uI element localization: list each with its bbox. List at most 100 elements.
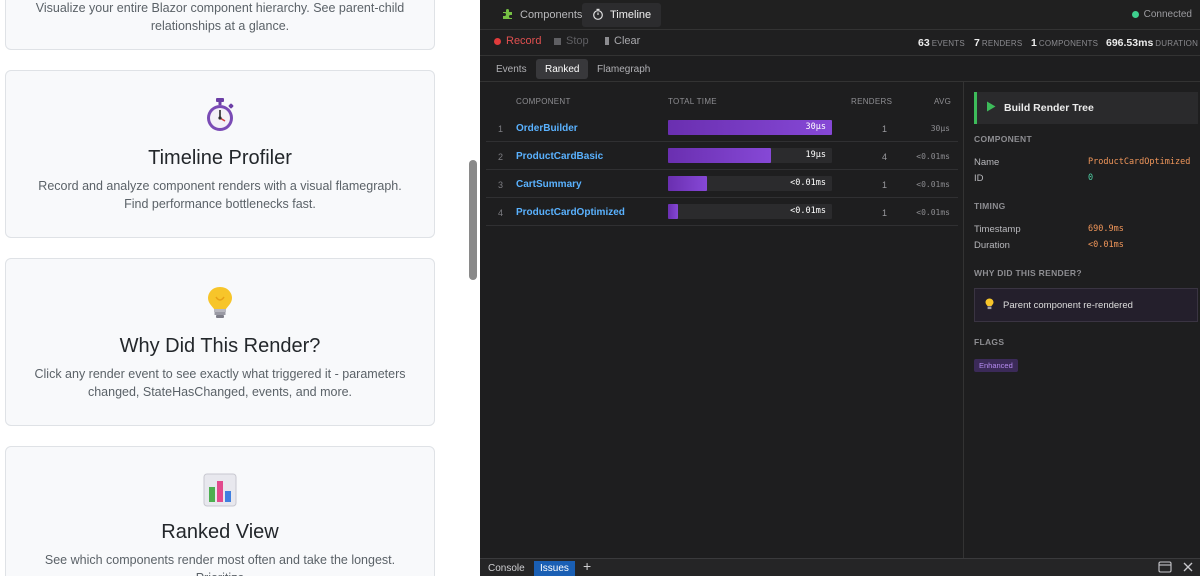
rank-number: 3 <box>498 180 504 190</box>
total-time-bar-track: 30μs <box>668 120 832 135</box>
page-scrollbar-track[interactable] <box>466 0 480 576</box>
total-time-bar-track: <0.01ms <box>668 176 832 191</box>
view-mode-tabs: Events Ranked Flamegraph <box>480 56 1200 82</box>
rank-number: 1 <box>498 124 504 134</box>
record-dot-icon <box>494 37 501 45</box>
total-time-value: 30μs <box>805 122 826 132</box>
total-time-bar-track: 19μs <box>668 148 832 163</box>
total-time-bar-track: <0.01ms <box>668 204 832 219</box>
total-time-value: <0.01ms <box>790 178 826 188</box>
id-value: 0 <box>1088 173 1094 183</box>
feature-card-title: Ranked View <box>161 521 279 543</box>
duration-value: <0.01ms <box>1088 240 1124 250</box>
devtools-top-bar: Components Timeline Connected <box>480 0 1200 30</box>
section-heading-component: COMPONENT <box>974 134 1032 144</box>
tab-console[interactable]: Console <box>488 563 525 574</box>
feature-card-description: Record and analyze component renders wit… <box>38 179 402 211</box>
table-row[interactable]: 2 ProductCardBasic 19μs 4 <0.01ms <box>486 142 958 170</box>
record-label: Record <box>506 35 542 47</box>
total-time-value: 19μs <box>805 150 826 160</box>
tab-ranked[interactable]: Ranked <box>536 59 589 79</box>
duration-stat: 696.53ms DURATION <box>1106 37 1198 49</box>
tab-label: Components <box>520 9 583 21</box>
connection-status: Connected <box>1131 9 1192 20</box>
events-stat: 63 EVENTS <box>918 37 965 49</box>
duration-label: DURATION <box>1155 39 1199 48</box>
feature-card-title: Why Did This Render? <box>119 335 321 357</box>
record-button[interactable]: Record <box>494 35 541 47</box>
connection-status-label: Connected <box>1143 9 1192 20</box>
feature-card-why-did-this-render: Why Did This Render? Click any render ev… <box>5 258 435 426</box>
feature-card-description: Visualize your entire Blazor component h… <box>35 1 405 33</box>
flag-badge: Enhanced <box>974 359 1018 372</box>
rank-number: 2 <box>498 152 504 162</box>
render-reason-text: Parent component re-rendered <box>1003 299 1133 311</box>
close-drawer-icon[interactable] <box>1182 561 1194 576</box>
clear-button[interactable]: Clear <box>605 35 640 47</box>
feature-card-title: Timeline Profiler <box>148 147 292 169</box>
total-time-bar <box>668 148 772 163</box>
table-row[interactable]: 1 OrderBuilder 30μs 1 30μs <box>486 114 958 142</box>
duration-value: 696.53ms <box>1106 37 1154 49</box>
stop-square-icon <box>554 37 561 45</box>
component-name[interactable]: ProductCardOptimized <box>516 207 625 218</box>
section-heading-why: WHY DID THIS RENDER? <box>974 268 1082 278</box>
renders-count: 7 <box>974 37 980 49</box>
timeline-toolbar: Record Stop Clear 63 EVENTS 7 RENDERS 1 COM… <box>480 30 1200 56</box>
component-name[interactable]: ProductCardBasic <box>516 151 603 162</box>
column-header-total-time: TOTAL TIME <box>668 97 717 106</box>
clear-label: Clear <box>614 35 641 47</box>
column-header-avg: AVG <box>934 97 952 106</box>
duration-label: Duration <box>974 240 1010 251</box>
name-value: ProductCardOptimized <box>1088 157 1191 167</box>
render-count: 1 <box>882 208 888 218</box>
tab-timeline[interactable]: Timeline <box>582 3 662 27</box>
play-icon <box>986 101 996 115</box>
page-scrollbar-thumb[interactable] <box>469 160 477 280</box>
components-stat: 1 COMPONENTS <box>1031 37 1098 49</box>
render-count: 1 <box>882 180 888 190</box>
section-heading-timing: TIMING <box>974 201 1006 211</box>
tab-components[interactable]: Components <box>492 3 592 27</box>
add-tab-plus-icon[interactable]: + <box>583 558 591 574</box>
components-label: COMPONENTS <box>1038 39 1099 48</box>
stop-label: Stop <box>566 35 589 47</box>
event-details-panel: Build Render Tree COMPONENT Name Product… <box>963 82 1200 558</box>
renders-label: RENDERS <box>981 39 1023 48</box>
component-name[interactable]: OrderBuilder <box>516 123 578 134</box>
lightbulb-icon <box>985 298 994 313</box>
event-title: Build Render Tree <box>1004 102 1094 114</box>
feature-card-timeline-profiler: Timeline Profiler Record and analyze com… <box>5 70 435 238</box>
section-heading-flags: FLAGS <box>974 337 1005 347</box>
average-time: <0.01ms <box>916 152 950 161</box>
render-count: 4 <box>882 152 888 162</box>
lightbulb-icon <box>6 259 434 321</box>
tab-events[interactable]: Events <box>487 59 536 79</box>
total-time-value: <0.01ms <box>790 206 826 216</box>
table-row[interactable]: 3 CartSummary <0.01ms 1 <0.01ms <box>486 170 958 198</box>
status-dot-icon <box>1131 11 1139 18</box>
feature-card-ranked-view: Ranked View See which components render … <box>5 446 435 576</box>
dock-icon[interactable] <box>1158 561 1172 576</box>
puzzle-icon <box>502 8 514 23</box>
console-drawer: Console Issues + <box>480 558 1200 576</box>
events-count: 63 <box>918 37 930 49</box>
stop-button[interactable]: Stop <box>554 35 589 47</box>
table-row[interactable]: 4 ProductCardOptimized <0.01ms 1 <0.01ms <box>486 198 958 226</box>
tab-issues[interactable]: Issues <box>534 561 575 576</box>
component-name[interactable]: CartSummary <box>516 179 582 190</box>
stopwatch-icon <box>592 8 604 23</box>
feature-card-description: Click any render event to see exactly wh… <box>34 367 406 399</box>
feature-card-component-tree: Visualize your entire Blazor component h… <box>5 0 435 50</box>
average-time: <0.01ms <box>916 180 950 189</box>
tab-flamegraph[interactable]: Flamegraph <box>588 59 659 79</box>
trash-icon <box>605 37 609 45</box>
render-reason-box: Parent component re-rendered <box>974 288 1198 322</box>
devtools-panel: Components Timeline Connected Record Sto… <box>480 0 1200 576</box>
name-label: Name <box>974 157 1000 168</box>
tab-label: Timeline <box>610 9 652 21</box>
total-time-bar <box>668 176 708 191</box>
column-header-renders: RENDERS <box>851 97 893 106</box>
timestamp-label: Timestamp <box>974 224 1021 235</box>
render-count: 1 <box>882 124 888 134</box>
